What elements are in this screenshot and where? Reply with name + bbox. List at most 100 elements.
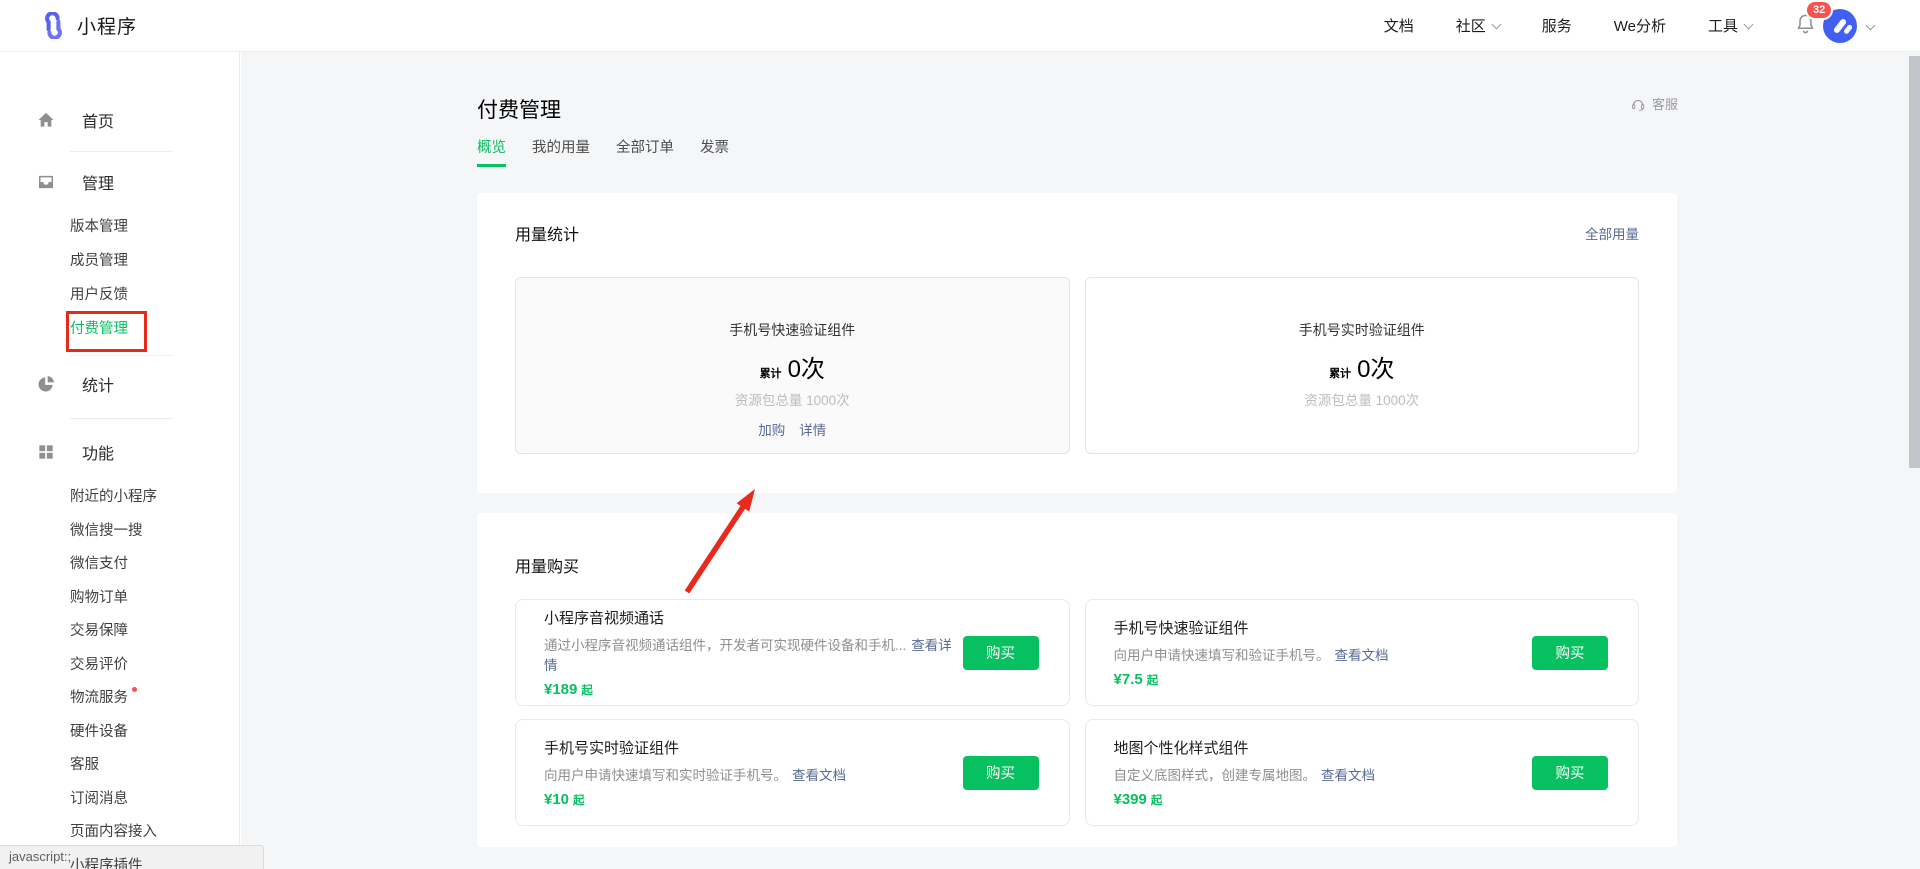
stat-package-total: 资源包总量 1000次 (1304, 393, 1420, 408)
sidebar-group-label: 功能 (82, 446, 115, 463)
sidebar-item[interactable]: 附近的小程序 (0, 481, 239, 515)
price-suffix: 起 (573, 795, 585, 807)
sidebar-item[interactable]: 交易评价 (0, 649, 239, 683)
price: ¥399 (1113, 791, 1147, 808)
sidebar-sublist: 版本管理 成员管理 用户反馈 付费管理 (0, 210, 239, 346)
new-badge-dot (132, 687, 137, 692)
purchase-card-title: 小程序音视频通话 (544, 610, 665, 627)
sidebar-item[interactable]: 硬件设备 (0, 716, 239, 750)
grid-icon (36, 442, 56, 462)
sidebar-item[interactable]: 用户反馈 (0, 278, 239, 312)
all-usage-link[interactable]: 全部用量 (1585, 223, 1639, 243)
usage-stats-heading: 用量统计 (515, 227, 580, 244)
chevron-down-icon (1491, 19, 1502, 30)
header-nav-item[interactable]: 文档 (1384, 15, 1414, 36)
sidebar-item[interactable]: 物流服务 (0, 682, 239, 716)
stat-card: 手机号快速验证组件 累计 0次 资源包总量 1000次 加购 详情 (515, 277, 1070, 454)
sidebar-item[interactable]: 付费管理 (0, 312, 239, 346)
miniprogram-logo-icon (45, 12, 62, 39)
usage-purchase-heading: 用量购买 (515, 559, 580, 576)
sidebar-group-label: 首页 (82, 114, 115, 131)
stat-links: 加购 详情 (758, 419, 826, 439)
purchase-card-desc: 向用户申请快速填写和实时验证手机号。 (544, 768, 787, 783)
tab-bar: 概览 我的用量 全部订单 发票 (477, 136, 729, 167)
support-label: 客服 (1652, 97, 1679, 112)
account-chevron-down-icon[interactable] (1865, 20, 1876, 31)
miniprogram-logo[interactable]: 小程序 (40, 12, 137, 39)
price-suffix: 起 (1146, 675, 1159, 687)
purchase-card: 手机号实时验证组件 向用户申请快速填写和实时验证手机号。 查看文档 ¥10 起 购买 (515, 719, 1070, 826)
doc-link[interactable]: 查看文档 (792, 768, 846, 783)
header-nav-item[interactable]: 服务 (1542, 15, 1572, 36)
header-nav: 文档 社区 服务 We分析 工具 (1384, 15, 1754, 36)
logo-text: 小程序 (77, 17, 138, 38)
sidebar-group-label: 统计 (82, 378, 115, 395)
sidebar-group-2[interactable]: 统计 (0, 364, 239, 404)
sidebar-divider (70, 418, 173, 419)
buy-button[interactable]: 购买 (962, 755, 1039, 790)
stat-total-value: 0次 (787, 356, 825, 383)
tab-我的用量[interactable]: 我的用量 (532, 136, 590, 167)
sidebar-item[interactable]: 小程序插件 (0, 850, 239, 869)
notification-bell[interactable]: 32 (1794, 0, 1834, 40)
tab-发票[interactable]: 发票 (700, 136, 729, 167)
tab-全部订单[interactable]: 全部订单 (616, 136, 674, 167)
support-button[interactable]: 客服 (1630, 94, 1678, 113)
purchase-card: 地图个性化样式组件 自定义底图样式，创建专属地图。 查看文档 ¥399 起 购买 (1084, 719, 1639, 826)
sidebar-item[interactable]: 微信搜一搜 (0, 515, 239, 549)
buy-button[interactable]: 购买 (1532, 635, 1608, 670)
purchase-card-desc: 向用户申请快速填写和验证手机号。 (1113, 648, 1330, 663)
stat-package-total: 资源包总量 1000次 (734, 393, 850, 408)
header-nav-item[interactable]: 社区 (1456, 15, 1502, 36)
sidebar-item[interactable]: 版本管理 (0, 210, 239, 244)
price: ¥10 (544, 791, 570, 808)
purchase-card-title: 手机号实时验证组件 (544, 740, 680, 757)
stat-total-label: 累计 (759, 368, 782, 380)
sidebar-item[interactable]: 客服 (0, 749, 239, 783)
tab-概览[interactable]: 概览 (477, 136, 506, 167)
purchase-card-desc: 自定义底图样式，创建专属地图。 (1113, 768, 1317, 783)
doc-link[interactable]: 查看文档 (1335, 648, 1389, 663)
sidebar-item[interactable]: 微信支付 (0, 548, 239, 582)
sidebar-group-1[interactable]: 管理 (0, 162, 239, 202)
doc-link[interactable]: 查看文档 (1321, 768, 1375, 783)
price: ¥189 (544, 681, 578, 698)
scrollbar-thumb[interactable] (1909, 56, 1920, 468)
stat-link[interactable]: 详情 (799, 419, 826, 439)
stat-card-row: 手机号快速验证组件 累计 0次 资源包总量 1000次 加购 详情 手机号实时验证… (515, 277, 1639, 454)
sidebar-item[interactable]: 订阅消息 (0, 783, 239, 817)
sidebar-item[interactable]: 购物订单 (0, 582, 239, 616)
stat-total-value: 0次 (1357, 356, 1395, 383)
stat-link[interactable]: 加购 (758, 419, 785, 439)
sidebar-item[interactable]: 成员管理 (0, 244, 239, 278)
sidebar-divider (70, 151, 173, 152)
header-nav-item[interactable]: We分析 (1614, 15, 1666, 36)
pie-chart-icon (36, 374, 56, 394)
sidebar-sublist: 附近的小程序 微信搜一搜 微信支付 购物订单 交易保障 交易评价 物流服务 硬件设备 客服 订阅消… (0, 481, 239, 869)
sidebar-item[interactable]: 页面内容接入 (0, 816, 239, 850)
stat-card-title: 手机号快速验证组件 (729, 322, 856, 338)
purchase-card-desc: 通过小程序音视频通话组件，开发者可实现硬件设备和手机... (544, 638, 907, 653)
chevron-down-icon (1743, 19, 1754, 30)
usage-purchase-panel: 用量购买 小程序音视频通话 通过小程序音视频通话组件，开发者可实现硬件设备和手机… (477, 513, 1677, 847)
sidebar-group-3[interactable]: 功能 (0, 432, 239, 472)
price: ¥7.5 (1113, 671, 1143, 688)
purchase-card-title: 手机号快速验证组件 (1113, 620, 1249, 637)
buy-button[interactable]: 购买 (1532, 755, 1608, 790)
purchase-card: 小程序音视频通话 通过小程序音视频通话组件，开发者可实现硬件设备和手机... 查看… (515, 599, 1070, 706)
stat-card-title: 手机号实时验证组件 (1298, 322, 1425, 338)
notification-badge: 32 (1805, 0, 1834, 20)
stat-total-label: 累计 (1329, 368, 1352, 380)
sidebar-item[interactable]: 交易保障 (0, 615, 239, 649)
header-nav-item[interactable]: 工具 (1708, 15, 1754, 36)
purchase-card-grid: 小程序音视频通话 通过小程序音视频通话组件，开发者可实现硬件设备和手机... 查看… (515, 599, 1639, 826)
app-window: 小程序 文档 社区 服务 We分析 工具 32 首页 管理 版本管理 成员管理 用户反馈 付费… (0, 0, 1920, 869)
sidebar-group-0[interactable]: 首页 (0, 100, 239, 140)
price-suffix: 起 (581, 685, 593, 697)
page-title: 付费管理 (477, 99, 561, 122)
sidebar: 首页 管理 版本管理 成员管理 用户反馈 付费管理 统计 功能 附近的小程序 微信搜一搜… (0, 52, 240, 869)
sidebar-group-label: 管理 (82, 176, 115, 193)
usage-stats-panel: 用量统计 全部用量 手机号快速验证组件 累计 0次 资源包总量 1000次 加购… (477, 193, 1677, 493)
buy-button[interactable]: 购买 (962, 635, 1039, 670)
price-suffix: 起 (1150, 795, 1163, 807)
